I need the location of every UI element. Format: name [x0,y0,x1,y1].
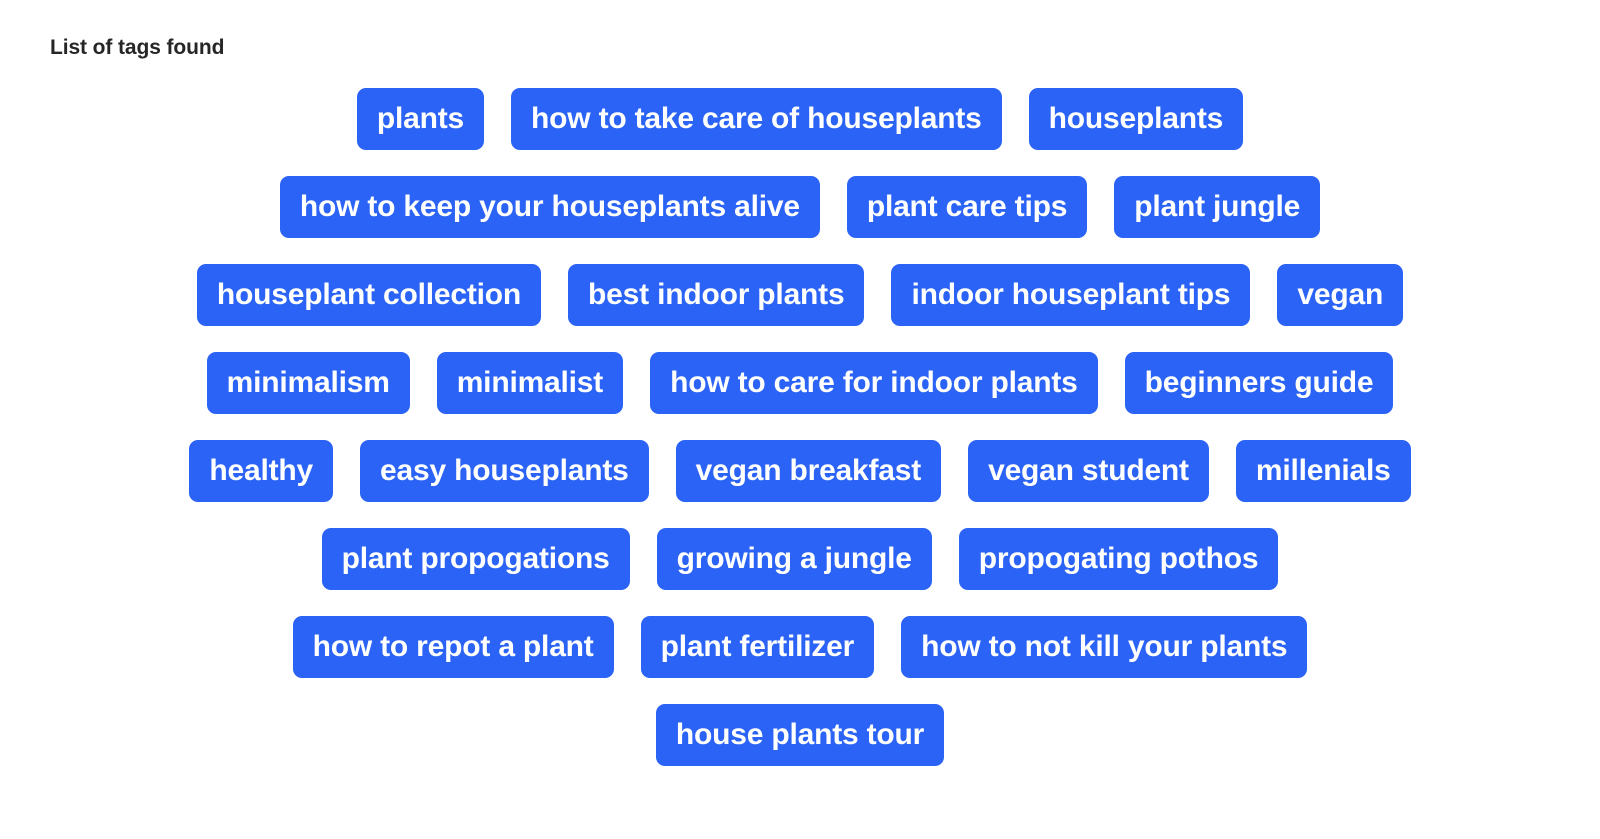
tag-chip[interactable]: plants [356,88,485,150]
tag-row: how to repot a plant plant fertilizer how … [0,616,1600,678]
tag-row: plant propogations growing a jungle propog… [0,528,1600,590]
tag-chip[interactable]: indoor houseplant tips [891,264,1251,326]
tag-chip[interactable]: easy houseplants [360,440,649,502]
tag-chip[interactable]: how to not kill your plants [901,616,1308,678]
tag-chip[interactable]: millenials [1235,440,1411,502]
tag-chip[interactable]: houseplant collection [196,264,542,326]
tag-chip[interactable]: vegan student [968,440,1209,502]
tag-cloud: plants how to take care of houseplants hou… [0,88,1600,766]
tag-list-page: List of tags found plants how to take car… [0,0,1600,839]
tag-row: minimalism minimalist how to care for indo… [0,352,1600,414]
page-title: List of tags found [50,36,225,59]
tag-chip[interactable]: healthy [189,440,334,502]
tag-chip[interactable]: how to care for indoor plants [650,352,1098,414]
tag-chip[interactable]: house plants tour [655,704,945,766]
tag-chip[interactable]: houseplants [1028,88,1244,150]
tag-chip[interactable]: propogating pothos [958,528,1279,590]
tag-row: how to keep your houseplants alive plant … [0,176,1600,238]
tag-row: plants how to take care of houseplants hou… [0,88,1600,150]
tag-chip[interactable]: vegan breakfast [675,440,942,502]
tag-chip[interactable]: how to repot a plant [292,616,614,678]
tag-chip[interactable]: minimalist [436,352,624,414]
tag-chip[interactable]: beginners guide [1124,352,1394,414]
tag-chip[interactable]: plant propogations [321,528,630,590]
tag-chip[interactable]: how to keep your houseplants alive [279,176,820,238]
tag-chip[interactable]: plant fertilizer [640,616,875,678]
tag-row: houseplant collection best indoor plants i… [0,264,1600,326]
tag-chip[interactable]: plant jungle [1114,176,1321,238]
tag-chip[interactable]: vegan [1277,264,1404,326]
tag-row: house plants tour [0,704,1600,766]
tag-chip[interactable]: best indoor plants [568,264,865,326]
tag-chip[interactable]: minimalism [206,352,410,414]
tag-chip[interactable]: growing a jungle [656,528,932,590]
tag-chip[interactable]: how to take care of houseplants [511,88,1002,150]
tag-row: healthy easy houseplants vegan breakfast ve… [0,440,1600,502]
tag-chip[interactable]: plant care tips [846,176,1088,238]
